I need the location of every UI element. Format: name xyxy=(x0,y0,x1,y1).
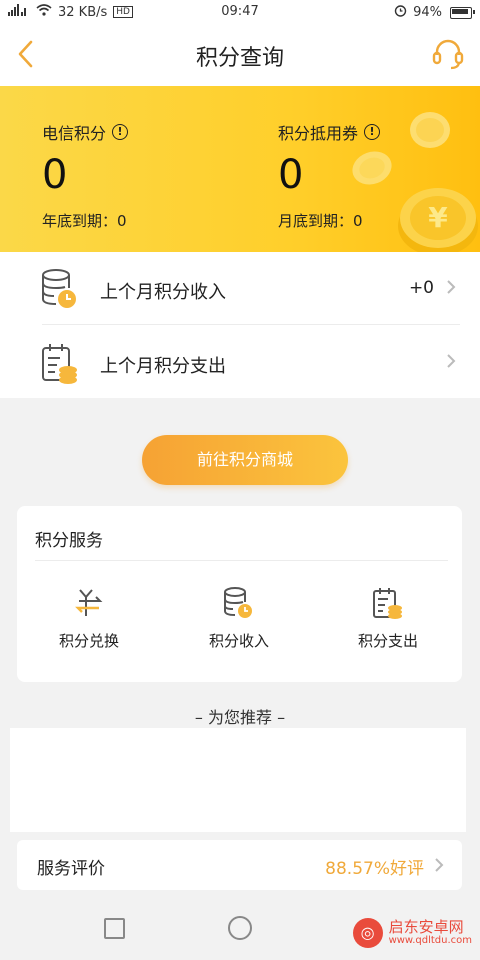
chevron-right-icon xyxy=(435,858,444,872)
headset-icon xyxy=(432,39,464,70)
service-label: 积分支出 xyxy=(357,632,418,650)
watermark-text: 启东安卓网 www.qdltdu.com xyxy=(388,918,472,947)
watermark: ◎ 启东安卓网 www.qdltdu.com xyxy=(352,918,472,948)
rating-value: 88.57%好评 xyxy=(325,859,424,879)
battery-percent: 94% xyxy=(413,5,442,20)
page-title: 积分查询 xyxy=(195,46,284,71)
coins-illustration: ¥ xyxy=(352,112,478,252)
service-label: 积分兑换 xyxy=(58,632,119,650)
points-services-card: 积分服务 积分兑换 积分收入 积分支出 xyxy=(17,506,462,682)
telecom-points-expiry: 年底到期：0 xyxy=(42,212,127,230)
database-clock-icon xyxy=(42,269,76,308)
list-item-label: 上个月积分支出 xyxy=(100,356,226,377)
status-right: 94% xyxy=(394,4,475,21)
card-title: 积分服务 xyxy=(35,531,103,551)
app-header: 积分查询 xyxy=(0,24,480,86)
list-item-last-month-income[interactable]: 上个月积分收入 +0 xyxy=(0,252,480,324)
telecom-points-block: 电信积分 ! 0 年底到期：0 xyxy=(42,120,129,231)
service-label: 积分收入 xyxy=(208,632,269,650)
system-nav-bar: ◎ 启东安卓网 www.qdltdu.com xyxy=(0,900,480,960)
list-item-last-month-expense[interactable]: 上个月积分支出 xyxy=(0,326,480,398)
service-points-income[interactable]: 积分收入 xyxy=(179,586,299,651)
status-bar: 32 KB/s HD 09:47 94% xyxy=(0,0,480,24)
watermark-name: 启东安卓网 xyxy=(388,918,464,936)
go-to-points-mall-button[interactable]: 前往积分商城 xyxy=(142,435,348,485)
divider xyxy=(35,560,448,561)
svg-text:¥: ¥ xyxy=(428,201,448,234)
service-points-exchange[interactable]: 积分兑换 xyxy=(29,586,149,651)
chevron-right-icon xyxy=(447,280,456,294)
telecom-points-label: 电信积分 xyxy=(42,124,107,143)
recommend-title: – 为您推荐 – xyxy=(194,708,286,727)
service-points-expense[interactable]: 积分支出 xyxy=(328,586,448,651)
customer-service-button[interactable] xyxy=(430,36,466,72)
alarm-icon xyxy=(394,4,407,21)
watermark-url: www.qdltdu.com xyxy=(388,935,472,946)
info-icon[interactable]: ! xyxy=(112,124,129,140)
telecom-points-label-row[interactable]: 电信积分 ! xyxy=(42,120,129,144)
rating-label: 服务评价 xyxy=(37,859,105,879)
chevron-right-icon xyxy=(447,354,456,368)
watermark-logo-icon: ◎ xyxy=(352,918,383,948)
list-item-label: 上个月积分收入 xyxy=(100,282,226,303)
battery-icon xyxy=(450,6,475,19)
divider xyxy=(42,324,460,325)
telecom-points-value: 0 xyxy=(42,152,68,198)
points-banner: 电信积分 ! 0 年底到期：0 积分抵用券 ! 0 月底到期：0 ¥ xyxy=(0,86,480,252)
income-icon xyxy=(224,587,252,618)
points-history-list: 上个月积分收入 +0 上个月积分支出 xyxy=(0,252,480,398)
recommend-content-area xyxy=(10,728,466,832)
calendar-coins-icon xyxy=(42,344,77,384)
service-rating-row[interactable]: 服务评价 88.57%好评 xyxy=(17,840,462,890)
recent-apps-button[interactable] xyxy=(104,918,125,939)
home-button[interactable] xyxy=(228,916,252,940)
expense-icon xyxy=(373,588,402,619)
list-item-value: +0 xyxy=(408,278,434,298)
exchange-icon xyxy=(75,589,103,616)
